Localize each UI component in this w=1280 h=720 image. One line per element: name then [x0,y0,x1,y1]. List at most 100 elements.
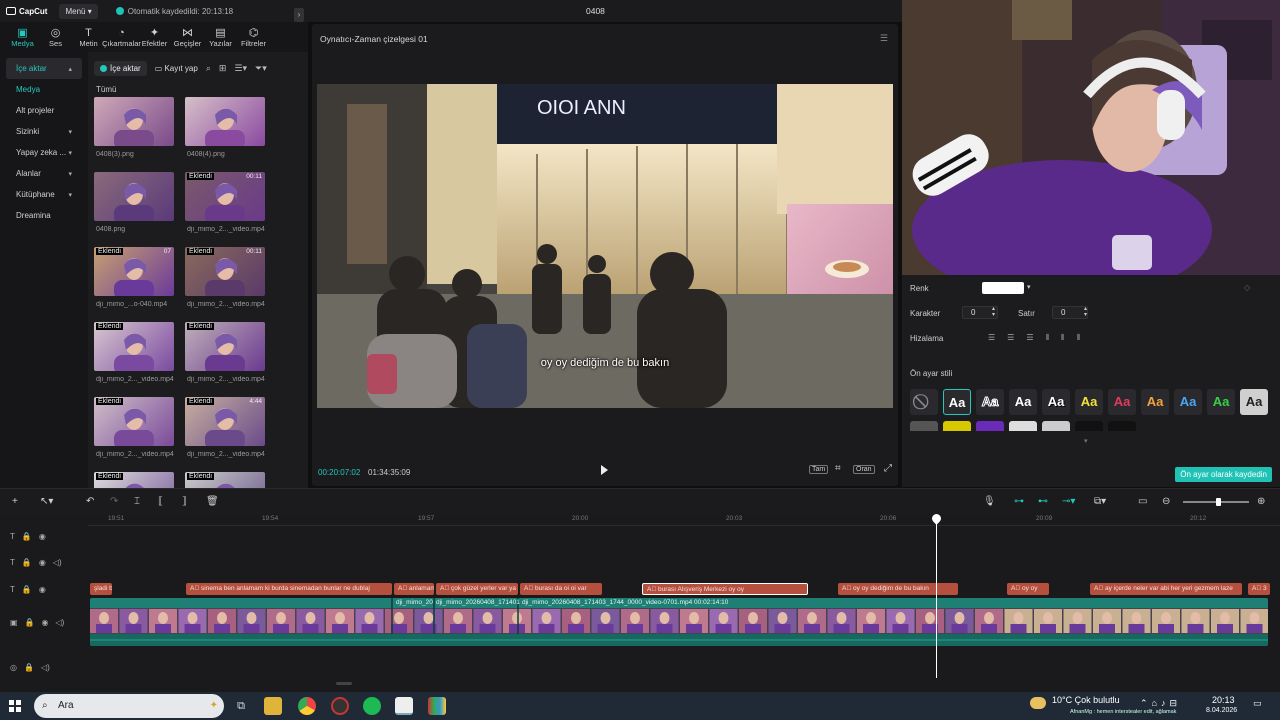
trim-left-icon[interactable]: ⟦ [158,496,163,507]
preset-style[interactable]: Aa [1141,389,1169,415]
sidebar-item[interactable]: Yapay zeka ... ▾ [6,142,82,163]
line-spacing-input[interactable]: 0 [1052,306,1088,319]
tab-transition[interactable]: ⋈ Geçişler [171,22,204,48]
sidebar-item[interactable]: Alanlar ▾ [6,163,82,184]
link-icon[interactable]: ⊷ [1038,496,1048,507]
media-thumbnail[interactable]: Eklendi [94,322,174,371]
taskbar-search[interactable]: ⌕ Ara ✦ [34,694,224,718]
subtitle-clip[interactable]: A⃞ 3 [1248,583,1270,595]
tab-captions[interactable]: ▤ Yazılar [204,22,237,48]
tab-text[interactable]: T Metin [72,22,105,48]
magnet-icon[interactable]: ⊶ [1014,496,1024,507]
media-thumbnail[interactable]: Eklendi 4:44 [185,397,265,446]
media-thumbnail[interactable]: Eklendi 00:11 [185,247,265,296]
alignment-buttons[interactable]: ☰☰☰⦀⦀⦀ [988,333,1092,343]
weather-icon[interactable] [1030,697,1046,709]
preset-style[interactable]: Aa [1207,389,1235,415]
undo-icon[interactable]: ↶ [86,496,94,507]
filter-icon[interactable]: ⏷▾ [255,63,267,74]
microphone-icon[interactable]: 🎙 [983,496,996,507]
video-preview[interactable]: OIOI ANN oy oy dediğim de bu bakın [317,84,893,408]
subtitle-clip[interactable]: A⃞ oy oy dediğim de bu bakın [838,583,958,595]
audio-icon[interactable]: ◁) [53,558,62,567]
expand-icon[interactable]: ⤢ [882,463,894,474]
zoom-in-icon[interactable]: ⊕ [1257,496,1265,507]
select-tool-icon[interactable]: ↖▾ [40,496,53,507]
grid-view-icon[interactable]: ⊞ [219,63,227,74]
play-icon[interactable] [601,465,608,475]
clock-date[interactable]: 8.04.2026 [1206,707,1237,714]
keyframe-icon[interactable]: ◇ [1244,283,1250,292]
tab-effects[interactable]: ✦ Efektler [138,22,171,48]
time-ruler[interactable]: 19:51 19:54 19:57 20:00 20:03 20:06 20:09 20:12 [88,514,1280,526]
redo-icon[interactable]: ↷ [110,496,118,507]
visibility-icon[interactable]: ◉ [42,618,49,627]
import-button[interactable]: İçe aktar [94,60,147,76]
timeline-scrollbar[interactable] [336,682,352,685]
obs-icon[interactable] [331,697,349,715]
lock-icon[interactable]: 🔒 [24,663,34,672]
menu-button[interactable]: Menü ▾ [59,3,98,19]
sort-icon[interactable]: ☰▾ [234,63,247,74]
subtitle-clip[interactable]: A⃞ burası da oi oi var [520,583,602,595]
media-thumbnail[interactable]: Eklendi [94,397,174,446]
preset-style[interactable]: Aa [943,389,971,415]
subtitle-clip[interactable]: A⃞ ay içerde neler var abi her yeri gezm… [1090,583,1242,595]
zoom-slider-handle[interactable] [1216,498,1221,506]
spotify-icon[interactable] [363,697,381,715]
visibility-icon[interactable]: ◉ [39,585,46,594]
media-thumbnail[interactable] [185,97,265,146]
media-thumbnail[interactable]: Eklendi [185,322,265,371]
line-stepper-icon[interactable]: ▴ ▾ [1084,306,1087,318]
capcut-taskbar-icon[interactable] [395,697,413,715]
windows-start-icon[interactable] [9,700,21,712]
subtitle-clip[interactable]: A⃞ sinema ben anlamam ki burda sinemadan… [186,583,392,595]
tab-sticker[interactable]: ◔ Çıkartmalar [102,22,141,48]
media-thumbnail[interactable]: Eklendi 07 [94,247,174,296]
tab-audio[interactable]: ◎ Ses [39,22,72,48]
lock-icon[interactable]: 🔒 [25,618,35,627]
sidebar-item[interactable]: Dreamina [6,205,82,226]
media-thumbnail[interactable]: Eklendi 00:11 [185,172,265,221]
zoom-out-icon[interactable]: ⊖ [1162,496,1170,507]
no-style-icon[interactable]: ⃠ [910,389,938,415]
audio-icon[interactable]: ◁) [41,663,50,672]
player-menu-icon[interactable]: ☰ [880,33,888,44]
split-icon[interactable]: ⌶ [134,496,140,507]
lock-icon[interactable]: 🔒 [22,585,32,594]
sidebar-item[interactable]: İçe aktar ▴ [6,58,82,79]
subtitle-clip[interactable]: A⃞ oy oy [1007,583,1049,595]
ratio-button[interactable]: Oran [853,465,875,474]
subtitle-clip[interactable]: şladi bi [90,583,112,595]
tray-icons[interactable]: ⌃⌂♪⊟ [1140,698,1181,709]
preset-style[interactable]: Aa [1042,389,1070,415]
notification-icon[interactable]: ▭ [1253,698,1262,709]
audio-icon[interactable]: ◁) [56,618,65,627]
lock-icon[interactable]: 🔒 [22,558,32,567]
chrome-icon[interactable] [298,697,316,715]
sidebar-item[interactable]: Medya [6,79,82,100]
crop-icon[interactable]: ⌗ [833,463,843,474]
preset-style[interactable]: Aa [1075,389,1103,415]
sidebar-item[interactable]: Sizinki ▾ [6,121,82,142]
tabs-next-button[interactable]: › [294,8,304,22]
media-thumbnail[interactable] [94,172,174,221]
preset-style[interactable]: Aa [1174,389,1202,415]
task-view-icon[interactable]: ⧉ [232,697,250,715]
add-icon[interactable]: + [12,496,18,507]
preset-style[interactable]: Aa [1108,389,1136,415]
sidebar-item[interactable]: Alt projeler [6,100,82,121]
tab-filters[interactable]: ⌬ Filtreler [237,22,270,48]
preview-axis-icon[interactable]: ⊸▾ [1062,496,1075,507]
delete-icon[interactable]: 🗑 [206,496,219,507]
preset-style[interactable]: Aa [1009,389,1037,415]
file-explorer-icon[interactable] [264,697,282,715]
media-thumbnail[interactable] [94,97,174,146]
fit-icon[interactable]: ▭ [1138,496,1147,507]
winrar-icon[interactable] [428,697,446,715]
preset-style[interactable]: Aa [976,389,1004,415]
all-filter-label[interactable]: Tümü [96,85,116,94]
save-preset-button[interactable]: Ön ayar olarak kaydedin [1175,467,1272,482]
weather-text[interactable]: 10°C Çok bulutlu [1052,695,1120,705]
subtitle-clip[interactable]: A⃞ çok güzel yerler var ya [436,583,518,595]
